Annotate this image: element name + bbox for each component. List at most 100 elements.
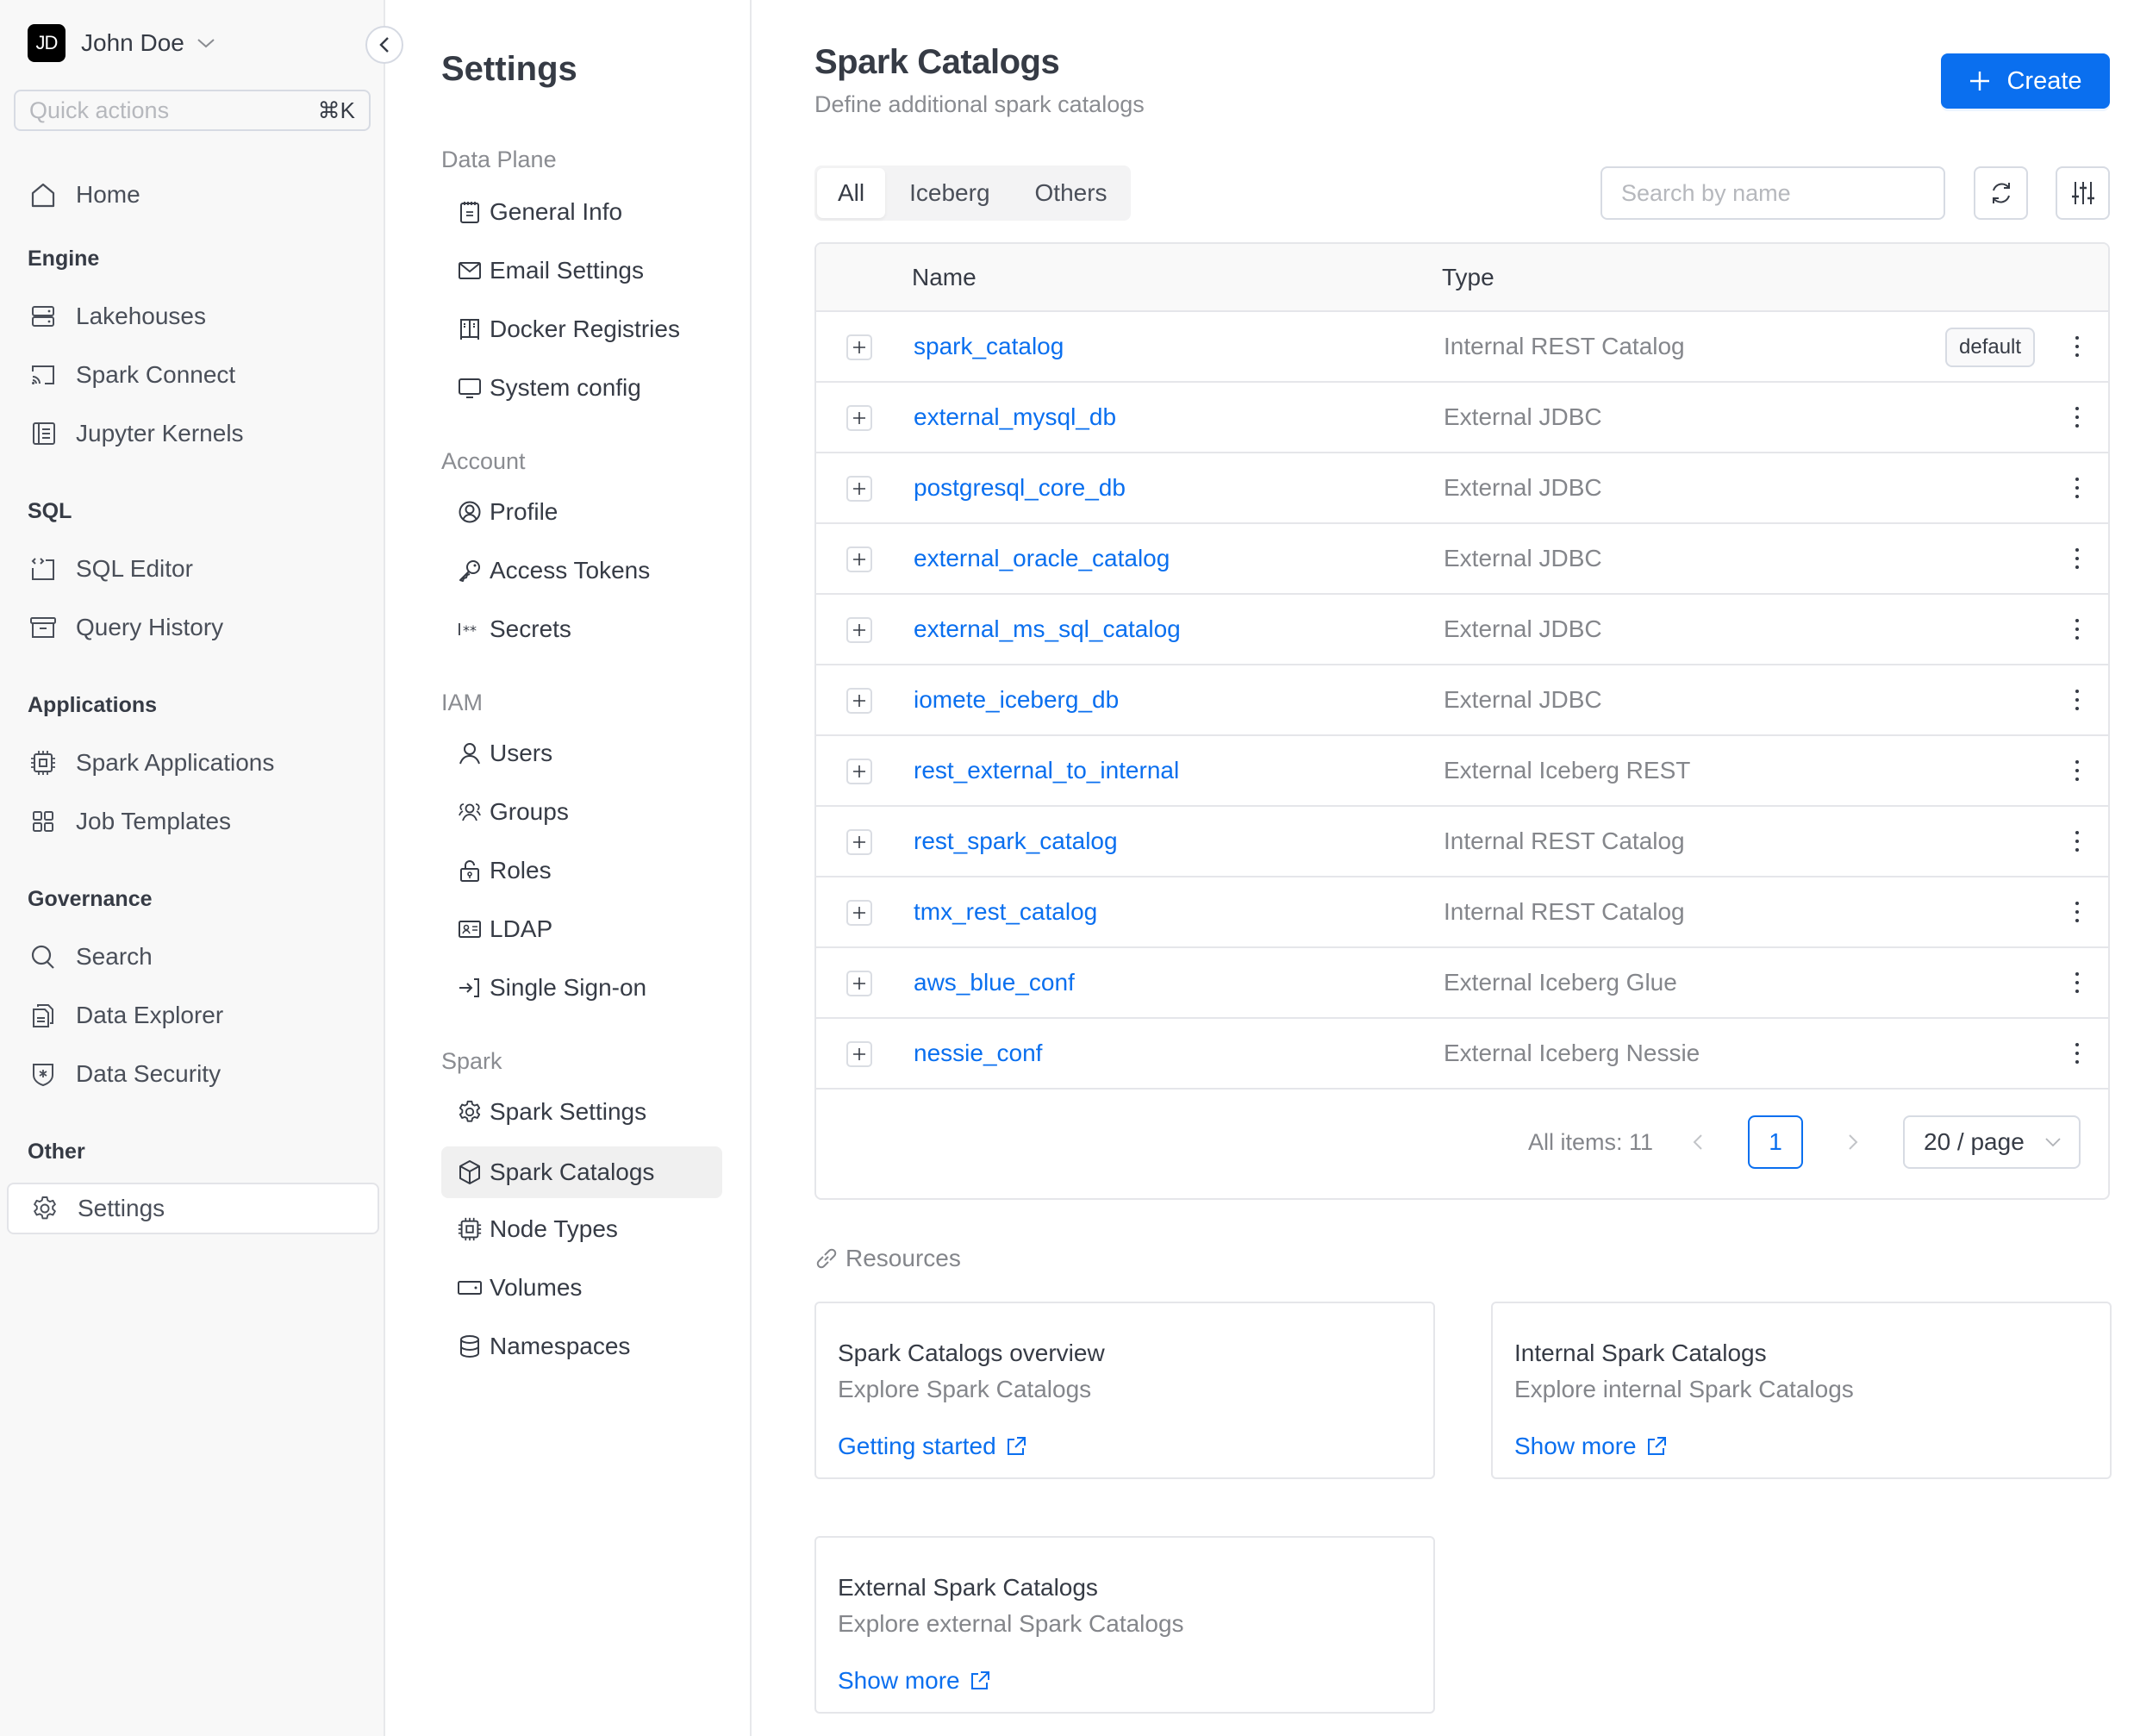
row-actions-menu-icon[interactable] bbox=[2066, 400, 2088, 434]
catalog-name-link[interactable]: iomete_iceberg_db bbox=[914, 665, 1119, 734]
settings-item-spark-settings[interactable]: Spark Settings bbox=[441, 1086, 722, 1138]
user-menu[interactable]: JD John Doe bbox=[28, 24, 215, 62]
registry-icon bbox=[457, 316, 483, 342]
catalog-type: External Iceberg REST bbox=[1444, 757, 1691, 784]
column-header-type[interactable]: Type bbox=[1442, 244, 1494, 310]
row-actions-menu-icon[interactable] bbox=[2066, 895, 2088, 929]
row-actions-menu-icon[interactable] bbox=[2066, 965, 2088, 1000]
catalog-name-link[interactable]: tmx_rest_catalog bbox=[914, 877, 1097, 946]
tab-all[interactable]: All bbox=[817, 168, 886, 218]
sidebar-item-spark-connect[interactable]: Spark Connect bbox=[7, 349, 379, 401]
catalog-name-link[interactable]: external_ms_sql_catalog bbox=[914, 595, 1181, 664]
shield-icon bbox=[29, 1060, 57, 1088]
settings-item-single-sign-on[interactable]: Single Sign-on bbox=[441, 962, 722, 1014]
chip-icon bbox=[457, 1216, 483, 1242]
tab-others[interactable]: Others bbox=[1014, 168, 1128, 218]
expand-row-button[interactable] bbox=[846, 971, 872, 996]
column-settings-button[interactable] bbox=[2056, 166, 2110, 220]
main-sidebar: JD John Doe Quick actions ⌘K Home Engine… bbox=[0, 0, 385, 1736]
quick-actions-input[interactable]: Quick actions ⌘K bbox=[14, 90, 371, 131]
settings-item-access-tokens[interactable]: Access Tokens bbox=[441, 545, 722, 596]
create-button[interactable]: Create bbox=[1941, 53, 2110, 109]
sidebar-item-home[interactable]: Home bbox=[7, 169, 379, 221]
page-size-select[interactable]: 20 / page bbox=[1903, 1115, 2081, 1169]
sidebar-section-sql: SQL bbox=[28, 499, 72, 523]
expand-row-button[interactable] bbox=[846, 476, 872, 502]
sidebar-item-lakehouses[interactable]: Lakehouses bbox=[7, 290, 379, 342]
row-actions-menu-icon[interactable] bbox=[2066, 683, 2088, 717]
settings-item-profile[interactable]: Profile bbox=[441, 486, 722, 538]
row-actions-menu-icon[interactable] bbox=[2066, 541, 2088, 576]
catalog-filter-tabs: All Iceberg Others bbox=[814, 165, 1131, 221]
table-row: tmx_rest_catalog Internal REST Catalog bbox=[816, 877, 2108, 948]
cube-icon bbox=[457, 1159, 483, 1185]
sidebar-item-settings[interactable]: Settings bbox=[7, 1183, 379, 1234]
column-header-name[interactable]: Name bbox=[912, 244, 977, 310]
settings-item-users[interactable]: Users bbox=[441, 727, 722, 779]
catalog-name-link[interactable]: external_mysql_db bbox=[914, 383, 1116, 452]
settings-item-ldap[interactable]: LDAP bbox=[441, 903, 722, 955]
catalog-name-link[interactable]: postgresql_core_db bbox=[914, 453, 1126, 522]
search-input[interactable] bbox=[1600, 166, 1945, 220]
settings-item-groups[interactable]: Groups bbox=[441, 786, 722, 838]
card-link-label: Show more bbox=[838, 1667, 960, 1694]
expand-row-button[interactable] bbox=[846, 334, 872, 360]
row-actions-menu-icon[interactable] bbox=[2066, 1036, 2088, 1071]
settings-item-general-info[interactable]: General Info bbox=[441, 186, 722, 238]
expand-row-button[interactable] bbox=[846, 759, 872, 784]
settings-item-spark-catalogs[interactable]: Spark Catalogs bbox=[441, 1146, 722, 1198]
settings-item-volumes[interactable]: Volumes bbox=[441, 1262, 722, 1314]
expand-row-button[interactable] bbox=[846, 405, 872, 431]
catalog-name-link[interactable]: aws_blue_conf bbox=[914, 948, 1075, 1017]
tab-iceberg[interactable]: Iceberg bbox=[889, 168, 1010, 218]
notepad-icon bbox=[457, 199, 483, 225]
expand-row-button[interactable] bbox=[846, 1041, 872, 1067]
show-more-link[interactable]: Show more bbox=[1514, 1433, 1668, 1460]
row-actions-menu-icon[interactable] bbox=[2066, 753, 2088, 788]
catalog-name-link[interactable]: spark_catalog bbox=[914, 312, 1064, 381]
settings-item-system-config[interactable]: System config bbox=[441, 362, 722, 414]
external-link-icon bbox=[1645, 1435, 1668, 1458]
catalog-name-link[interactable]: rest_external_to_internal bbox=[914, 736, 1179, 805]
row-actions-menu-icon[interactable] bbox=[2066, 824, 2088, 859]
row-actions-menu-icon[interactable] bbox=[2066, 471, 2088, 505]
prev-page-button[interactable] bbox=[1681, 1125, 1715, 1159]
catalog-name-link[interactable]: nessie_conf bbox=[914, 1019, 1042, 1088]
sidebar-item-spark-applications[interactable]: Spark Applications bbox=[7, 737, 379, 789]
catalog-type: Internal REST Catalog bbox=[1444, 333, 1685, 359]
settings-item-email-settings[interactable]: Email Settings bbox=[441, 245, 722, 297]
card-link-label: Show more bbox=[1514, 1433, 1637, 1459]
sidebar-item-sql-editor[interactable]: SQL Editor bbox=[7, 543, 379, 595]
expand-row-button[interactable] bbox=[846, 546, 872, 572]
row-actions-menu-icon[interactable] bbox=[2066, 329, 2088, 364]
getting-started-link[interactable]: Getting started bbox=[838, 1433, 1027, 1460]
expand-row-button[interactable] bbox=[846, 829, 872, 855]
show-more-link[interactable]: Show more bbox=[838, 1667, 991, 1695]
settings-item-docker-registries[interactable]: Docker Registries bbox=[441, 303, 722, 355]
sidebar-item-search[interactable]: Search bbox=[7, 931, 379, 983]
chevron-left-icon bbox=[1693, 1134, 1702, 1150]
settings-item-namespaces[interactable]: Namespaces bbox=[441, 1321, 722, 1372]
settings-item-secrets[interactable]: ** Secrets bbox=[441, 603, 722, 655]
settings-item-node-types[interactable]: Node Types bbox=[441, 1203, 722, 1255]
table-row: postgresql_core_db External JDBC bbox=[816, 453, 2108, 524]
sidebar-item-job-templates[interactable]: Job Templates bbox=[7, 796, 379, 847]
row-actions-menu-icon[interactable] bbox=[2066, 612, 2088, 646]
expand-row-button[interactable] bbox=[846, 617, 872, 643]
next-page-button[interactable] bbox=[1836, 1125, 1870, 1159]
cast-icon bbox=[29, 361, 57, 389]
settings-item-roles[interactable]: Roles bbox=[441, 845, 722, 896]
sidebar-item-data-security[interactable]: Data Security bbox=[7, 1048, 379, 1100]
sidebar-item-label: Data Explorer bbox=[76, 1002, 224, 1028]
expand-row-button[interactable] bbox=[846, 900, 872, 926]
sidebar-item-query-history[interactable]: Query History bbox=[7, 602, 379, 653]
sidebar-item-data-explorer[interactable]: Data Explorer bbox=[7, 990, 379, 1041]
table-row: rest_external_to_internal External Iceber… bbox=[816, 736, 2108, 807]
sidebar-item-jupyter-kernels[interactable]: Jupyter Kernels bbox=[7, 408, 379, 459]
catalog-name-link[interactable]: external_oracle_catalog bbox=[914, 524, 1170, 593]
collapse-sidebar-button[interactable] bbox=[365, 26, 403, 64]
refresh-button[interactable] bbox=[1974, 166, 2028, 220]
page-1-button[interactable]: 1 bbox=[1748, 1115, 1803, 1169]
catalog-name-link[interactable]: rest_spark_catalog bbox=[914, 807, 1118, 876]
expand-row-button[interactable] bbox=[846, 688, 872, 714]
